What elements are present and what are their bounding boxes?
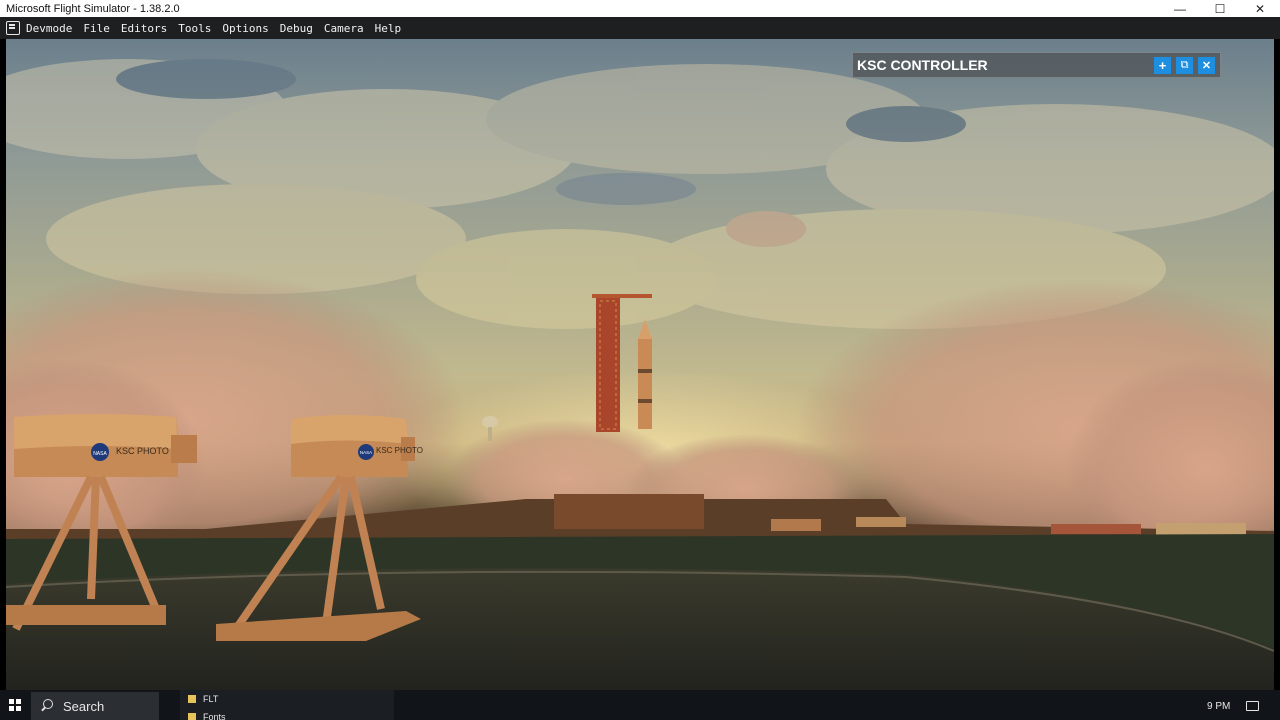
scene-render: NASA KSC PHOTO NASA KSC PHOTO [6, 59, 1274, 690]
window-titlebar: Microsoft Flight Simulator - 1.38.2.0 — … [0, 0, 1280, 17]
menu-help[interactable]: Help [375, 22, 402, 35]
close-icon: ✕ [1201, 59, 1212, 72]
file-label: FLT [203, 694, 219, 704]
taskbar-clock[interactable]: 9 PM [1207, 701, 1230, 712]
menu-editors[interactable]: Editors [121, 22, 167, 35]
file-explorer-flyout: FLT Fonts [180, 690, 394, 720]
maximize-button[interactable]: ☐ [1200, 0, 1240, 17]
scene-viewport[interactable]: NASA KSC PHOTO NASA KSC PHOTO [6, 39, 1274, 690]
menu-file[interactable]: File [83, 22, 110, 35]
file-label: Fonts [203, 712, 226, 720]
folder-icon [188, 713, 196, 720]
search-icon [39, 698, 55, 714]
taskbar-search[interactable]: Search [31, 692, 159, 720]
taskbar: Search FLT Fonts 9 PM [0, 690, 1280, 720]
file-item[interactable]: Fonts [188, 712, 226, 720]
ksc-controller-title: KSC CONTROLLER [857, 57, 988, 73]
rocket [638, 319, 652, 429]
camera-label-right: KSC PHOTO [376, 446, 423, 455]
windows-logo-icon [9, 699, 21, 711]
devmode-menubar: Devmode File Editors Tools Options Debug… [0, 17, 1280, 39]
menu-debug[interactable]: Debug [280, 22, 313, 35]
menu-options[interactable]: Options [222, 22, 268, 35]
ksc-popout-button[interactable]: ⧉ [1176, 56, 1193, 74]
minimize-button[interactable]: — [1160, 0, 1200, 17]
menu-tools[interactable]: Tools [178, 22, 211, 35]
nasa-logo-left-text: NASA [93, 451, 107, 457]
ksc-controller-panel[interactable]: KSC CONTROLLER + ⧉ ✕ [852, 52, 1221, 78]
notification-icon[interactable] [1246, 701, 1259, 711]
popout-icon: ⧉ [1180, 58, 1189, 71]
camera-label-left: KSC PHOTO [116, 446, 169, 456]
devmode-app-icon[interactable] [6, 21, 20, 35]
window-controls: — ☐ ✕ [1160, 0, 1280, 17]
menu-camera[interactable]: Camera [324, 22, 364, 35]
file-item[interactable]: FLT [188, 694, 218, 704]
nasa-logo-right-text: NASA [360, 450, 372, 455]
window-title: Microsoft Flight Simulator - 1.38.2.0 [6, 2, 180, 15]
plus-icon: + [1158, 57, 1167, 73]
close-button[interactable]: ✕ [1240, 0, 1280, 17]
ksc-close-button[interactable]: ✕ [1198, 56, 1215, 74]
search-placeholder: Search [63, 698, 105, 714]
folder-icon [188, 695, 196, 703]
ksc-add-button[interactable]: + [1154, 56, 1171, 74]
menu-devmode[interactable]: Devmode [26, 22, 72, 35]
start-button[interactable] [0, 690, 30, 720]
